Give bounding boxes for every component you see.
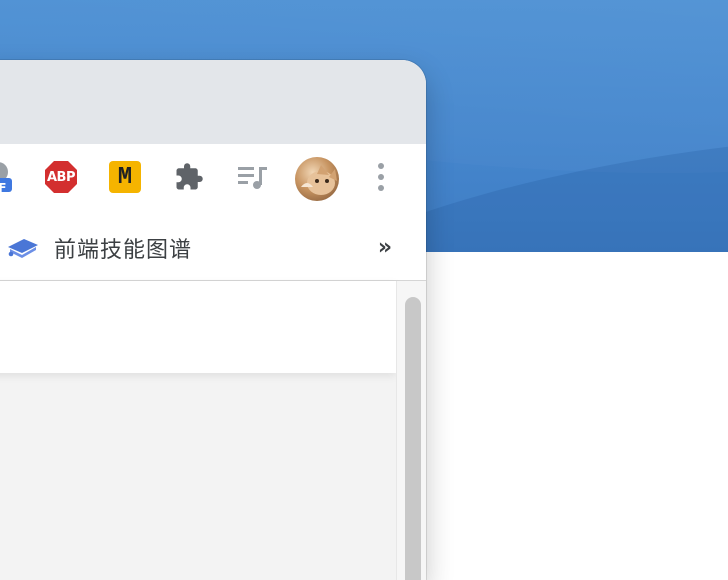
scrollbar-track[interactable] [396, 281, 426, 580]
bookmark-label: 前端技能图谱 [54, 238, 193, 263]
scrollbar-thumb[interactable] [405, 297, 421, 580]
bookmark-item[interactable]: 前端技能图谱 [6, 228, 192, 268]
page-content [0, 281, 426, 580]
extension-badge: FF [0, 181, 7, 195]
tab-strip [0, 60, 426, 144]
cat-photo-icon [301, 165, 337, 195]
content-card [0, 281, 396, 373]
puzzle-icon [176, 163, 203, 190]
adblock-plus-button[interactable]: ABP [44, 160, 78, 194]
m-extension-button[interactable]: M [108, 160, 142, 194]
chrome-menu-button[interactable] [364, 160, 398, 194]
bookmarks-overflow-button[interactable]: » [370, 232, 400, 262]
browser-toolbar: FF ABP M [0, 144, 426, 216]
profile-button[interactable] [294, 156, 340, 202]
adblock-plus-label: ABP [47, 169, 76, 185]
profile-avatar [295, 157, 339, 201]
bookmarks-bar: 前端技能图谱 » [0, 216, 426, 281]
media-queue-button[interactable] [236, 160, 270, 194]
m-extension-label: M [117, 163, 133, 191]
browser-window: FF ABP M [0, 60, 426, 580]
music-queue-icon [238, 167, 267, 189]
book-icon [8, 239, 38, 258]
extensions-menu-button[interactable] [172, 160, 206, 194]
extension-off-button[interactable]: FF [0, 160, 22, 195]
more-vert-icon [378, 163, 384, 191]
